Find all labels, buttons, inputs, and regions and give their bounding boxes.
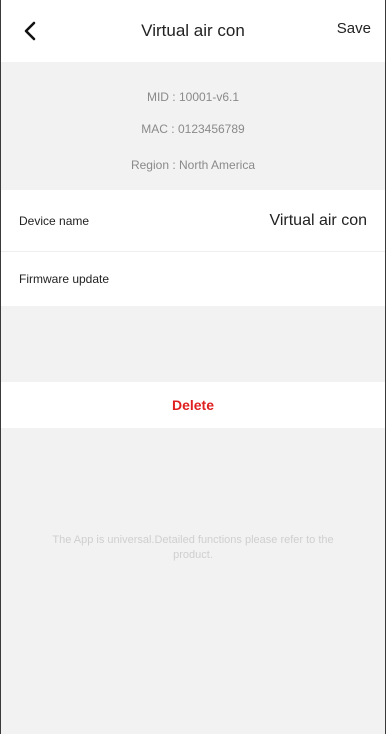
device-name-value[interactable]: Virtual air con bbox=[269, 212, 367, 230]
device-name-row[interactable]: Device name Virtual air con bbox=[1, 190, 385, 252]
firmware-update-label: Firmware update bbox=[19, 272, 110, 286]
delete-button[interactable]: Delete bbox=[1, 382, 385, 428]
device-name-label: Device name bbox=[19, 213, 90, 228]
mac-text: MAC : 0123456789 bbox=[141, 122, 245, 136]
universal-app-note: The App is universal.Detailed functions … bbox=[52, 534, 334, 561]
device-info: MID : 10001-v6.1 MAC : 0123456789 Region… bbox=[1, 62, 385, 190]
device-settings-screen: Virtual air con Save MID : 10001-v6.1 MA… bbox=[0, 0, 386, 734]
delete-label: Delete bbox=[171, 397, 215, 413]
navigation-bar: Virtual air con Save bbox=[1, 0, 385, 62]
page-title: Virtual air con bbox=[141, 21, 245, 40]
back-button[interactable] bbox=[15, 16, 45, 46]
settings-list: Device name Virtual air con Firmware upd… bbox=[1, 190, 385, 306]
section-spacer bbox=[1, 306, 385, 382]
mid-text: MID : 10001-v6.1 bbox=[146, 90, 240, 104]
chevron-left-icon bbox=[24, 21, 36, 41]
region-text: Region : North America bbox=[130, 158, 256, 172]
firmware-update-row[interactable]: Firmware update bbox=[1, 252, 385, 306]
save-button[interactable]: Save bbox=[337, 20, 371, 37]
